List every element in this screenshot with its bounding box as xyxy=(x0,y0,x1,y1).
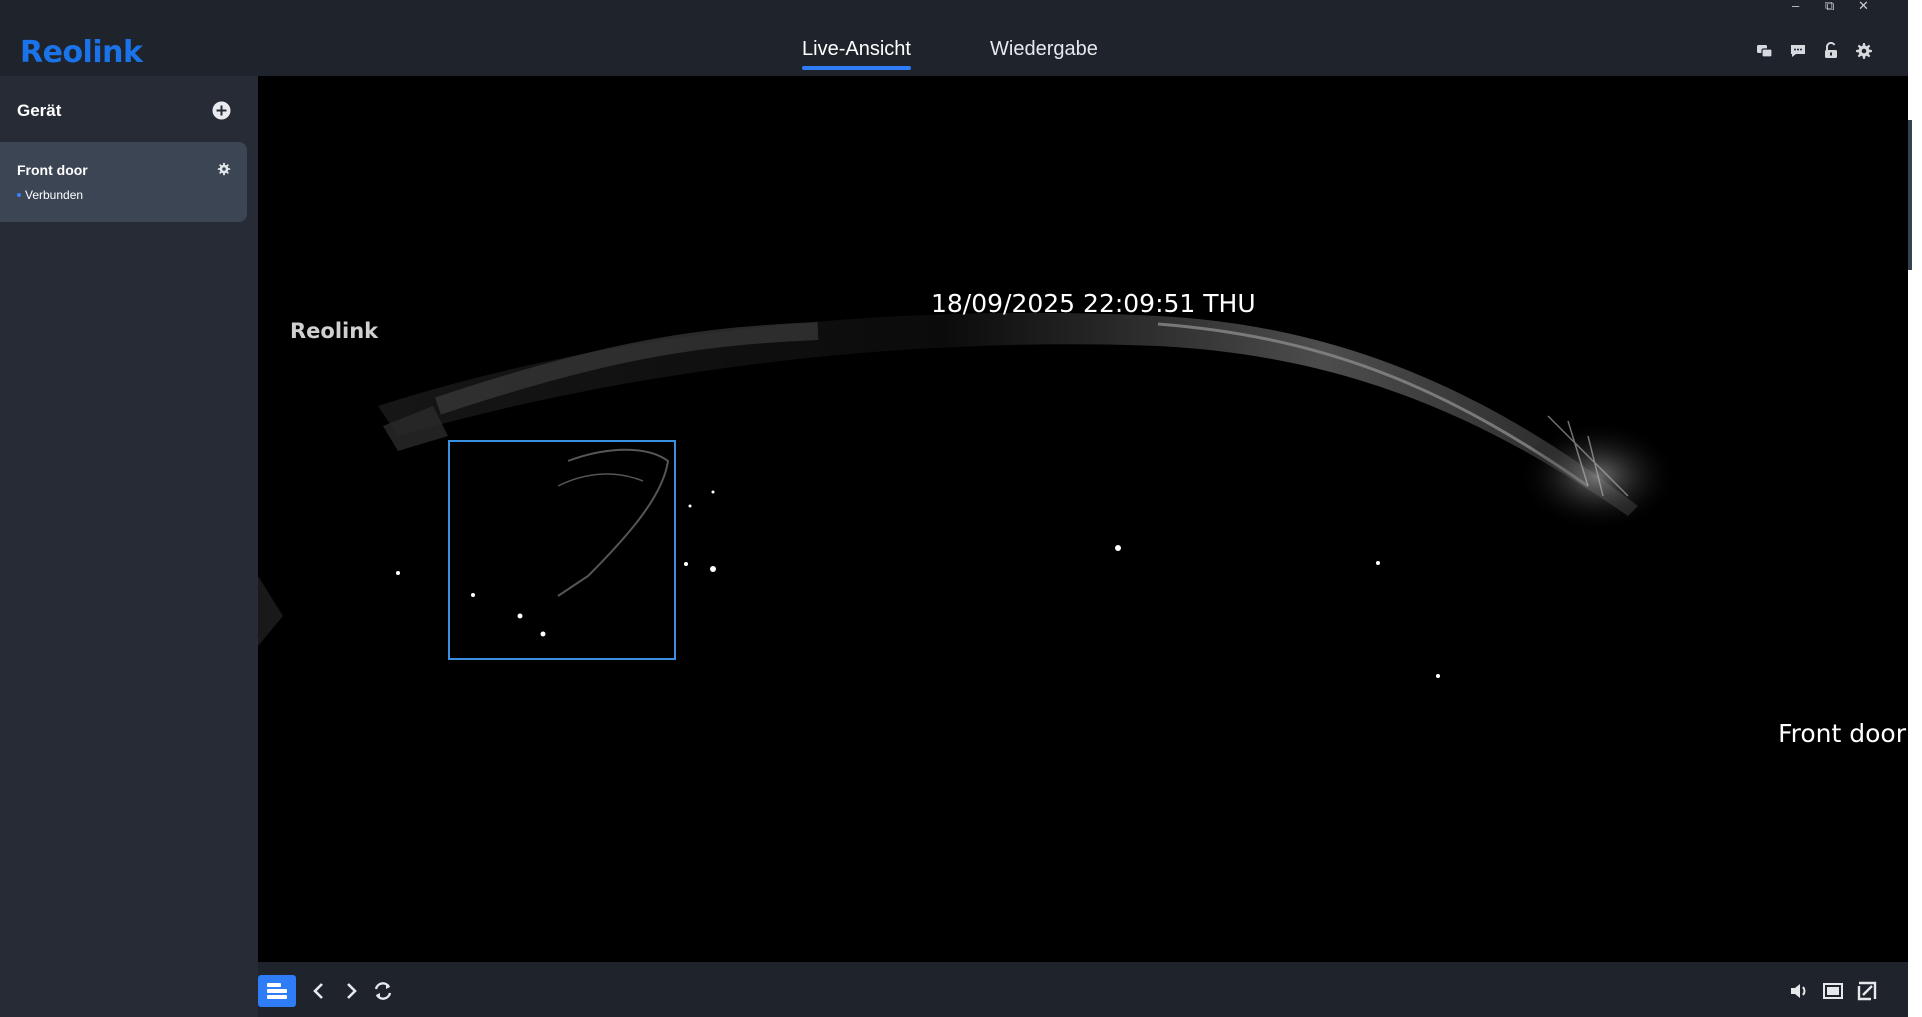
reolink-app-window: Reolink Live-Ansicht Wiedergabe – ⧉ ✕ Ge… xyxy=(0,0,1922,1017)
device-status: Verbunden xyxy=(25,188,84,202)
layout-button[interactable] xyxy=(258,975,296,1007)
osd-watermark-logo: Reolink xyxy=(290,319,379,343)
volume-icon[interactable] xyxy=(1788,980,1810,1002)
add-device-button[interactable] xyxy=(212,101,231,120)
refresh-icon[interactable] xyxy=(372,980,394,1002)
layout-icon xyxy=(267,983,287,999)
main-tabs: Live-Ansicht Wiedergabe xyxy=(0,0,1908,76)
gear-icon[interactable] xyxy=(1855,42,1873,60)
close-button[interactable]: ✕ xyxy=(1858,0,1869,13)
message-icon[interactable] xyxy=(1789,42,1807,60)
status-dot-icon xyxy=(17,193,21,197)
chevron-right-icon[interactable] xyxy=(340,980,362,1002)
minimize-button[interactable]: – xyxy=(1792,0,1799,13)
plus-circle-icon xyxy=(212,101,231,120)
device-card-front-door[interactable]: Front door Verbunden xyxy=(0,142,247,222)
scrollbar[interactable] xyxy=(1908,120,1912,270)
osd-camera-name: Front door xyxy=(1778,719,1906,748)
restore-button[interactable]: ⧉ xyxy=(1825,0,1834,13)
chat-bubbles-icon[interactable] xyxy=(1756,42,1774,60)
tab-playback[interactable]: Wiedergabe xyxy=(990,38,1098,61)
tab-live-view[interactable]: Live-Ansicht xyxy=(802,38,911,61)
bottom-toolbar xyxy=(258,962,1908,1017)
chevron-left-icon[interactable] xyxy=(308,980,330,1002)
fullscreen-icon[interactable] xyxy=(1856,980,1878,1002)
active-tab-indicator xyxy=(802,66,911,70)
screen-ratio-icon[interactable] xyxy=(1822,980,1844,1002)
device-sidebar: Gerät Front door Verbunden xyxy=(0,76,258,1017)
device-settings-gear-icon[interactable] xyxy=(217,162,231,176)
sidebar-title: Gerät xyxy=(17,101,62,120)
live-video-view[interactable]: Reolink 18/09/2025 22:09:51 THU Front do… xyxy=(258,76,1908,962)
top-bar: Reolink Live-Ansicht Wiedergabe – ⧉ ✕ xyxy=(0,0,1908,76)
detection-box xyxy=(448,440,676,660)
unlock-icon[interactable] xyxy=(1822,42,1840,60)
device-name: Front door xyxy=(17,162,88,178)
osd-timestamp: 18/09/2025 22:09:51 THU xyxy=(931,289,1256,318)
